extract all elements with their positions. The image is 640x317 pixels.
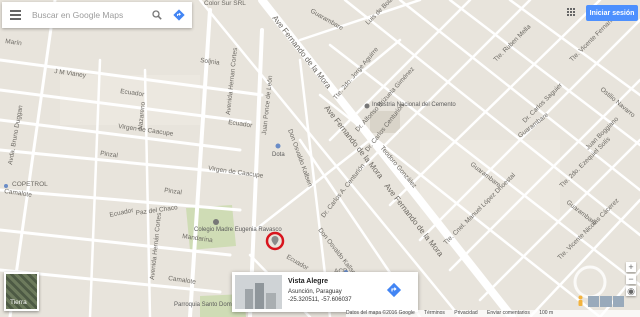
map-data-credit: Datos del mapa ©2016 Google	[346, 310, 415, 316]
zoom-out-button[interactable]: −	[626, 274, 636, 284]
street-label: COPETROL	[12, 181, 48, 188]
card-directions-icon[interactable]	[386, 282, 402, 298]
place-title: Vista Alegre	[288, 278, 329, 285]
place-photo[interactable]	[235, 275, 282, 309]
fuel-icon	[4, 184, 8, 188]
poi-industria: Industria Nacional del Cemento	[372, 102, 456, 108]
place-coordinates: -25.320511, -57.606037	[288, 297, 352, 303]
shop-icon	[275, 143, 281, 149]
search-box: Buscar en Google Maps	[2, 2, 192, 28]
map-footer: Datos del mapa ©2016 Google Términos Pri…	[346, 310, 640, 317]
search-input[interactable]: Buscar en Google Maps	[28, 10, 148, 20]
feedback-link[interactable]: Enviar comentarios	[487, 310, 530, 316]
satellite-label: Tierra	[10, 299, 27, 306]
pegman-icon[interactable]	[576, 295, 585, 309]
terms-link[interactable]: Términos	[424, 310, 445, 316]
satellite-toggle[interactable]: Tierra	[4, 272, 39, 311]
privacy-link[interactable]: Privacidad	[454, 310, 477, 316]
apps-grid-icon[interactable]	[567, 8, 576, 17]
compass-icon[interactable]: ◉	[626, 286, 636, 296]
poi-dota: Dota	[272, 152, 285, 158]
map-controls: + − ◉	[626, 262, 638, 298]
signin-button[interactable]: Iniciar sesión	[586, 5, 638, 21]
poi-colegio: Colegio Madre Eugenia Ravasco	[194, 227, 282, 233]
school-icon	[213, 219, 219, 225]
poi-dot-icon	[364, 103, 370, 109]
scale-label: 100 m	[539, 310, 554, 316]
place-region: Asunción, Paraguay	[288, 289, 342, 295]
place-info-card[interactable]: Vista Alegre Asunción, Paraguay -25.3205…	[232, 272, 418, 312]
street-label: Color Sur SRL	[204, 0, 246, 7]
menu-icon[interactable]	[2, 2, 28, 28]
directions-icon[interactable]	[166, 2, 192, 28]
photo-strip[interactable]	[588, 296, 624, 307]
search-icon[interactable]	[148, 2, 166, 28]
zoom-in-button[interactable]: +	[626, 262, 636, 272]
